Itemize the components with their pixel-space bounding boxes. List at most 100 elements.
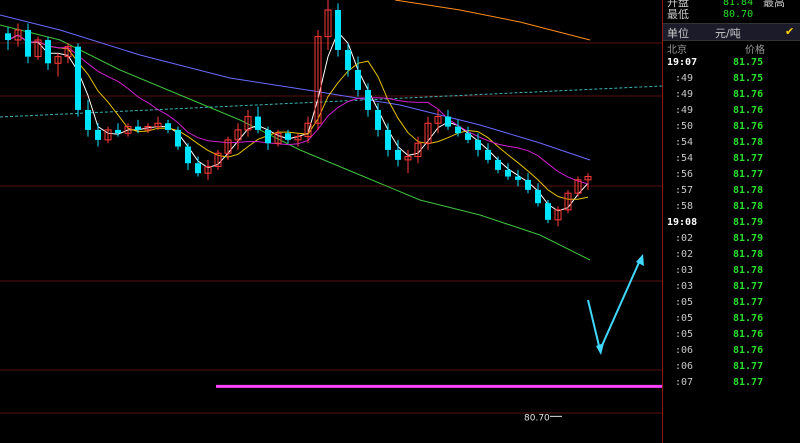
unit-value: 元/吨 <box>715 27 741 40</box>
tick-price: 81.77 <box>733 153 764 164</box>
candle-body <box>75 46 81 110</box>
candle-body <box>85 109 91 130</box>
tick-row: :50 81.76 <box>663 119 799 135</box>
candle-body <box>465 133 471 140</box>
tick-row: :03 81.78 <box>663 263 799 279</box>
candle-body <box>545 203 551 220</box>
candle-body <box>255 116 261 130</box>
tick-time: :58 <box>674 201 693 212</box>
tick-row: :06 81.76 <box>663 343 799 359</box>
candle-body <box>95 129 101 140</box>
tick-row: :49 81.75 <box>663 71 799 87</box>
tick-row: :54 81.78 <box>663 135 799 151</box>
tick-price: 81.76 <box>733 89 764 100</box>
tick-row: 19:08 81.79 <box>663 215 799 231</box>
tick-row: :56 81.77 <box>663 167 799 183</box>
tick-time: :49 <box>674 105 693 116</box>
candle-body <box>25 29 31 57</box>
tick-price: 81.75 <box>733 73 764 84</box>
col-time-header: 北京 <box>667 45 687 56</box>
tick-row: :05 81.76 <box>663 327 799 343</box>
tick-time: :06 <box>674 361 693 372</box>
tick-price: 81.78 <box>733 185 764 196</box>
low-row: 最低 80.70 <box>667 8 753 22</box>
ma-line-white <box>7 31 589 212</box>
tick-row: :07 81.77 <box>663 375 799 391</box>
candle-body <box>135 126 141 130</box>
candle-body <box>265 129 271 144</box>
tick-header: 北京 价格 <box>663 40 800 56</box>
tick-time: :03 <box>674 265 693 276</box>
candle-body <box>45 39 51 64</box>
candle-body <box>285 133 291 140</box>
tick-price: 81.75 <box>733 57 764 68</box>
tick-row: :02 81.78 <box>663 247 799 263</box>
candle-body <box>395 149 401 160</box>
tick-row: :02 81.79 <box>663 231 799 247</box>
candle-body <box>355 69 361 90</box>
candle-body <box>535 189 541 204</box>
candle-body <box>335 9 341 50</box>
candle-body <box>175 129 181 147</box>
unit-label: 单位 <box>667 27 689 40</box>
candle-body <box>385 129 391 150</box>
tick-price: 81.76 <box>733 313 764 324</box>
candle-body <box>165 123 171 130</box>
tick-time: :05 <box>674 313 693 324</box>
tick-time: 19:07 <box>667 57 698 68</box>
tick-price: 81.79 <box>733 233 764 244</box>
tick-time: :57 <box>674 185 693 196</box>
tick-price: 81.78 <box>733 137 764 148</box>
tick-time: :56 <box>674 169 693 180</box>
tick-price: 81.76 <box>733 329 764 340</box>
candle-body <box>5 33 11 40</box>
tick-row: :57 81.78 <box>663 183 799 199</box>
trend-dashed-line <box>0 85 662 118</box>
tick-price: 81.77 <box>733 377 764 388</box>
tick-time: :02 <box>674 233 693 244</box>
candle-body <box>475 139 481 150</box>
tick-price: 81.77 <box>733 169 764 180</box>
candle-body <box>115 129 121 134</box>
candle-body <box>445 116 451 127</box>
check-icon[interactable]: ✔ <box>785 25 794 38</box>
candle-body <box>515 176 521 180</box>
tick-price: 81.76 <box>733 105 764 116</box>
tick-row: :05 81.76 <box>663 311 799 327</box>
candle-body <box>455 126 461 134</box>
tick-time: :49 <box>674 73 693 84</box>
tick-price: 81.76 <box>733 121 764 132</box>
unit-bar: 单位 元/吨 ✔ <box>663 23 800 41</box>
tick-price: 81.78 <box>733 249 764 260</box>
tick-price: 81.77 <box>733 281 764 292</box>
candle-body <box>185 146 191 164</box>
quote-sidebar: 开盘 81.84 最高 最低 80.70 单位 元/吨 ✔ 北京 价格 19:0… <box>662 0 800 443</box>
candle-body <box>375 109 381 130</box>
tick-row: :49 81.76 <box>663 87 799 103</box>
tick-row: 19:07 81.75 <box>663 55 799 71</box>
low-annotation: 80.70 <box>524 413 550 423</box>
tick-price: 81.76 <box>733 345 764 356</box>
tick-time: :07 <box>674 377 693 388</box>
arrow-head-down <box>596 343 604 355</box>
tick-time: :03 <box>674 281 693 292</box>
tick-price: 81.78 <box>733 265 764 276</box>
candle-body <box>345 49 351 70</box>
candle-body <box>365 89 371 110</box>
candlestick-chart: 80.70 <box>0 0 662 423</box>
candle-body <box>195 163 201 174</box>
tick-row: :58 81.78 <box>663 199 799 215</box>
low-value: 80.70 <box>723 9 754 20</box>
tick-time: :54 <box>674 137 693 148</box>
tick-time: :54 <box>674 153 693 164</box>
candle-body <box>505 169 511 177</box>
tick-price: 81.77 <box>733 361 764 372</box>
tick-time: 19:08 <box>667 217 698 228</box>
tick-row: :05 81.77 <box>663 295 799 311</box>
tick-price: 81.77 <box>733 297 764 308</box>
tick-time: :49 <box>674 89 693 100</box>
ma-line-green <box>0 24 591 261</box>
tick-row: :54 81.77 <box>663 151 799 167</box>
ma-line-orange <box>394 0 591 41</box>
tick-row: :49 81.76 <box>663 103 799 119</box>
